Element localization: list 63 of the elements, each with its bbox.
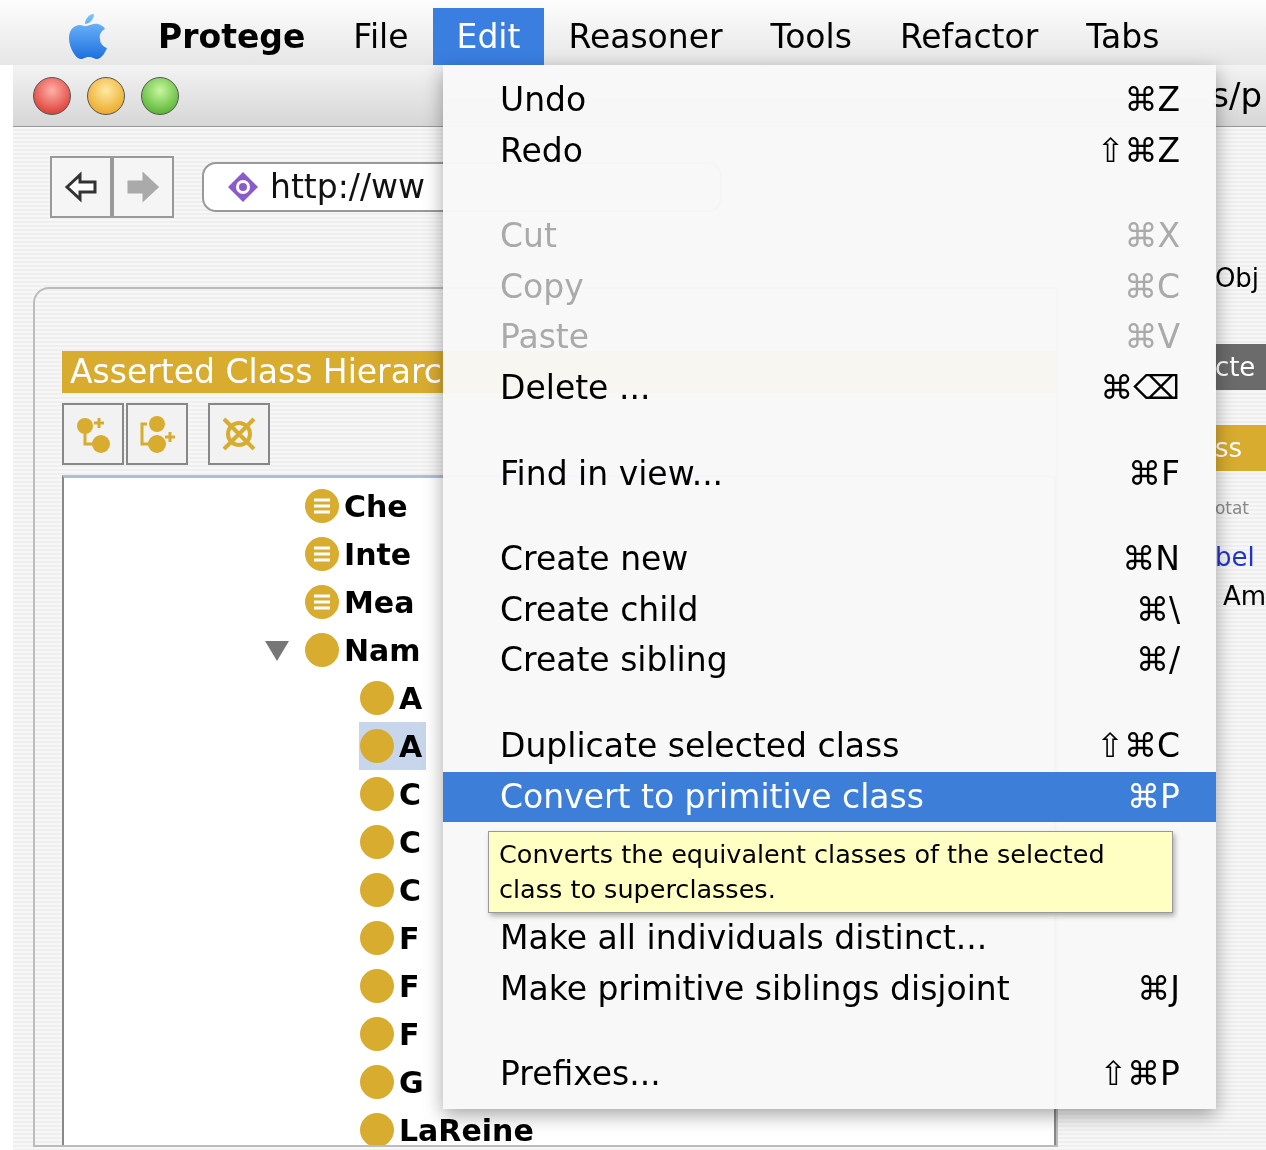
- menu-bar-item[interactable]: Edit: [432, 8, 545, 65]
- menu-bar-item[interactable]: Refactor: [875, 8, 1063, 65]
- menu-item[interactable]: Duplicate selected class ⇧⌘C: [443, 720, 1216, 772]
- class-icon: [359, 824, 395, 860]
- app-menu[interactable]: Protege: [134, 8, 330, 65]
- right-arrow-icon: [125, 170, 161, 204]
- menu-item[interactable]: Find in view... ⌘F: [443, 448, 1216, 500]
- menu-item[interactable]: Convert to primitive class ⌘P: [443, 771, 1216, 823]
- class-icon: [359, 1112, 395, 1145]
- annotation-value: Am: [1221, 579, 1266, 613]
- menu-item[interactable]: Create child ⌘\: [443, 584, 1216, 636]
- tree-item[interactable]: F: [359, 962, 424, 1010]
- tree-item[interactable]: A: [359, 674, 427, 722]
- tree-item[interactable]: C: [359, 866, 426, 914]
- tree-item[interactable]: Mea: [304, 578, 419, 626]
- defined-class-icon: [304, 584, 340, 620]
- class-icon: [359, 680, 395, 716]
- tree-item[interactable]: A: [359, 722, 427, 770]
- minimize-button[interactable]: [87, 76, 125, 115]
- class-icon: [359, 872, 395, 908]
- class-icon: [359, 728, 395, 764]
- menu-item[interactable]: Prefixes... ⇧⌘P: [443, 1049, 1216, 1100]
- class-icon: [359, 920, 395, 956]
- class-icon: [304, 632, 340, 668]
- class-icon: [359, 1064, 395, 1100]
- tree-item[interactable]: Nam: [304, 626, 425, 674]
- menu-bar-item[interactable]: Tabs: [1062, 8, 1184, 65]
- menu-item[interactable]: Make primitive siblings disjoint ⌘J: [443, 963, 1216, 1015]
- add-sibling-button[interactable]: [126, 403, 188, 465]
- tab[interactable]: Obj: [1214, 252, 1266, 304]
- class-icon: [359, 1016, 395, 1052]
- defined-class-icon: [304, 488, 340, 524]
- menu-item[interactable]: Create new ⌘N: [443, 534, 1216, 585]
- tooltip: Converts the equivalent classes of the selected class to superclasses.: [488, 831, 1173, 914]
- annotation-property: bel: [1214, 540, 1256, 574]
- tree-item[interactable]: F: [359, 1010, 424, 1058]
- tree-item[interactable]: C: [359, 770, 426, 818]
- defined-class-icon: [304, 536, 340, 572]
- zoom-button[interactable]: [141, 76, 179, 115]
- class-icon: [359, 968, 395, 1004]
- tree-item[interactable]: G: [359, 1058, 428, 1106]
- menu-bar-item[interactable]: Tools: [746, 8, 876, 65]
- panel-title: cte: [1214, 344, 1266, 390]
- tree-item[interactable]: Inte: [304, 530, 416, 578]
- close-button[interactable]: [33, 76, 71, 115]
- class-icon: [359, 776, 395, 812]
- menu-item[interactable]: Create sibling ⌘/: [443, 635, 1216, 686]
- tree-item[interactable]: Che: [304, 482, 412, 530]
- menu-item[interactable]: Redo ⇧⌘Z: [443, 125, 1216, 177]
- menu-item[interactable]: Make all individuals distinct...: [443, 913, 1216, 964]
- expand-icon[interactable]: [263, 638, 290, 662]
- left-arrow-icon: [63, 170, 99, 204]
- tree-item[interactable]: C: [359, 818, 426, 866]
- tree-item[interactable]: F: [359, 914, 424, 962]
- menu-bar-item[interactable]: File: [329, 8, 433, 65]
- back-button[interactable]: [50, 156, 112, 218]
- delete-class-button[interactable]: [208, 403, 270, 465]
- section-label: otat: [1214, 497, 1251, 520]
- tree-item[interactable]: LaReine: [359, 1106, 538, 1145]
- add-subclass-button[interactable]: [62, 403, 124, 465]
- panel-title: ss: [1214, 425, 1266, 471]
- diamond-icon: [226, 170, 260, 204]
- menu-bar-item[interactable]: Reasoner: [544, 8, 747, 65]
